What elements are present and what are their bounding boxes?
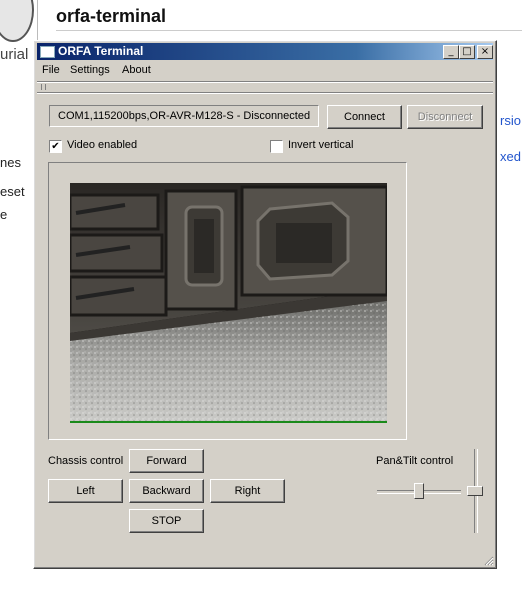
pan-slider-thumb[interactable] (414, 483, 424, 499)
toolbar-grip[interactable] (41, 84, 46, 90)
page-title: orfa-terminal (56, 6, 167, 26)
video-enabled-label: Video enabled (67, 139, 138, 151)
content-link[interactable]: rsio (500, 113, 521, 128)
resize-grip-icon[interactable] (482, 554, 494, 566)
tilt-slider-thumb[interactable] (467, 486, 483, 496)
left-button[interactable]: Left (48, 479, 123, 503)
invert-vertical-label: Invert vertical (288, 139, 354, 151)
forward-button[interactable]: Forward (129, 449, 204, 473)
video-enabled-checkbox[interactable]: ✔ (49, 140, 62, 153)
menu-separator (37, 81, 493, 83)
orfa-terminal-window: ORFA Terminal _ □ × File Settings About … (33, 40, 497, 569)
video-frame (48, 162, 407, 440)
chassis-control-label: Chassis control (48, 455, 124, 467)
pan-tilt-control-label: Pan&Tilt control (376, 455, 454, 467)
close-button[interactable]: × (477, 45, 493, 59)
maximize-button[interactable]: □ (459, 45, 475, 59)
camera-video-feed (70, 183, 387, 423)
menu-bar: File Settings About (37, 62, 493, 80)
menu-file[interactable]: File (42, 64, 60, 76)
minimize-button[interactable]: _ (443, 45, 459, 59)
divider (56, 30, 522, 31)
connection-status-field: COM1,115200bps,OR-AVR-M128-S - Disconnec… (49, 105, 319, 127)
menu-about[interactable]: About (122, 64, 151, 76)
divider (37, 0, 38, 40)
title-bar[interactable]: ORFA Terminal _ □ × (37, 43, 493, 60)
logo-text: urial (0, 46, 29, 63)
camera-image (70, 183, 387, 421)
mercurial-logo (0, 0, 34, 42)
invert-vertical-checkbox[interactable] (270, 140, 283, 153)
stop-button[interactable]: STOP (129, 509, 204, 533)
sidebar-link[interactable]: e (0, 207, 7, 222)
sidebar-link[interactable]: nes (0, 155, 21, 170)
window-title: ORFA Terminal (58, 44, 144, 58)
app-icon (40, 46, 55, 58)
content-link[interactable]: xed (500, 149, 521, 164)
menu-settings[interactable]: Settings (70, 64, 110, 76)
backward-button[interactable]: Backward (129, 479, 204, 503)
toolbar-separator (37, 92, 493, 94)
connect-button[interactable]: Connect (327, 105, 402, 129)
right-button[interactable]: Right (210, 479, 285, 503)
sidebar-link[interactable]: eset (0, 184, 25, 199)
disconnect-button[interactable]: Disconnect (407, 105, 483, 129)
